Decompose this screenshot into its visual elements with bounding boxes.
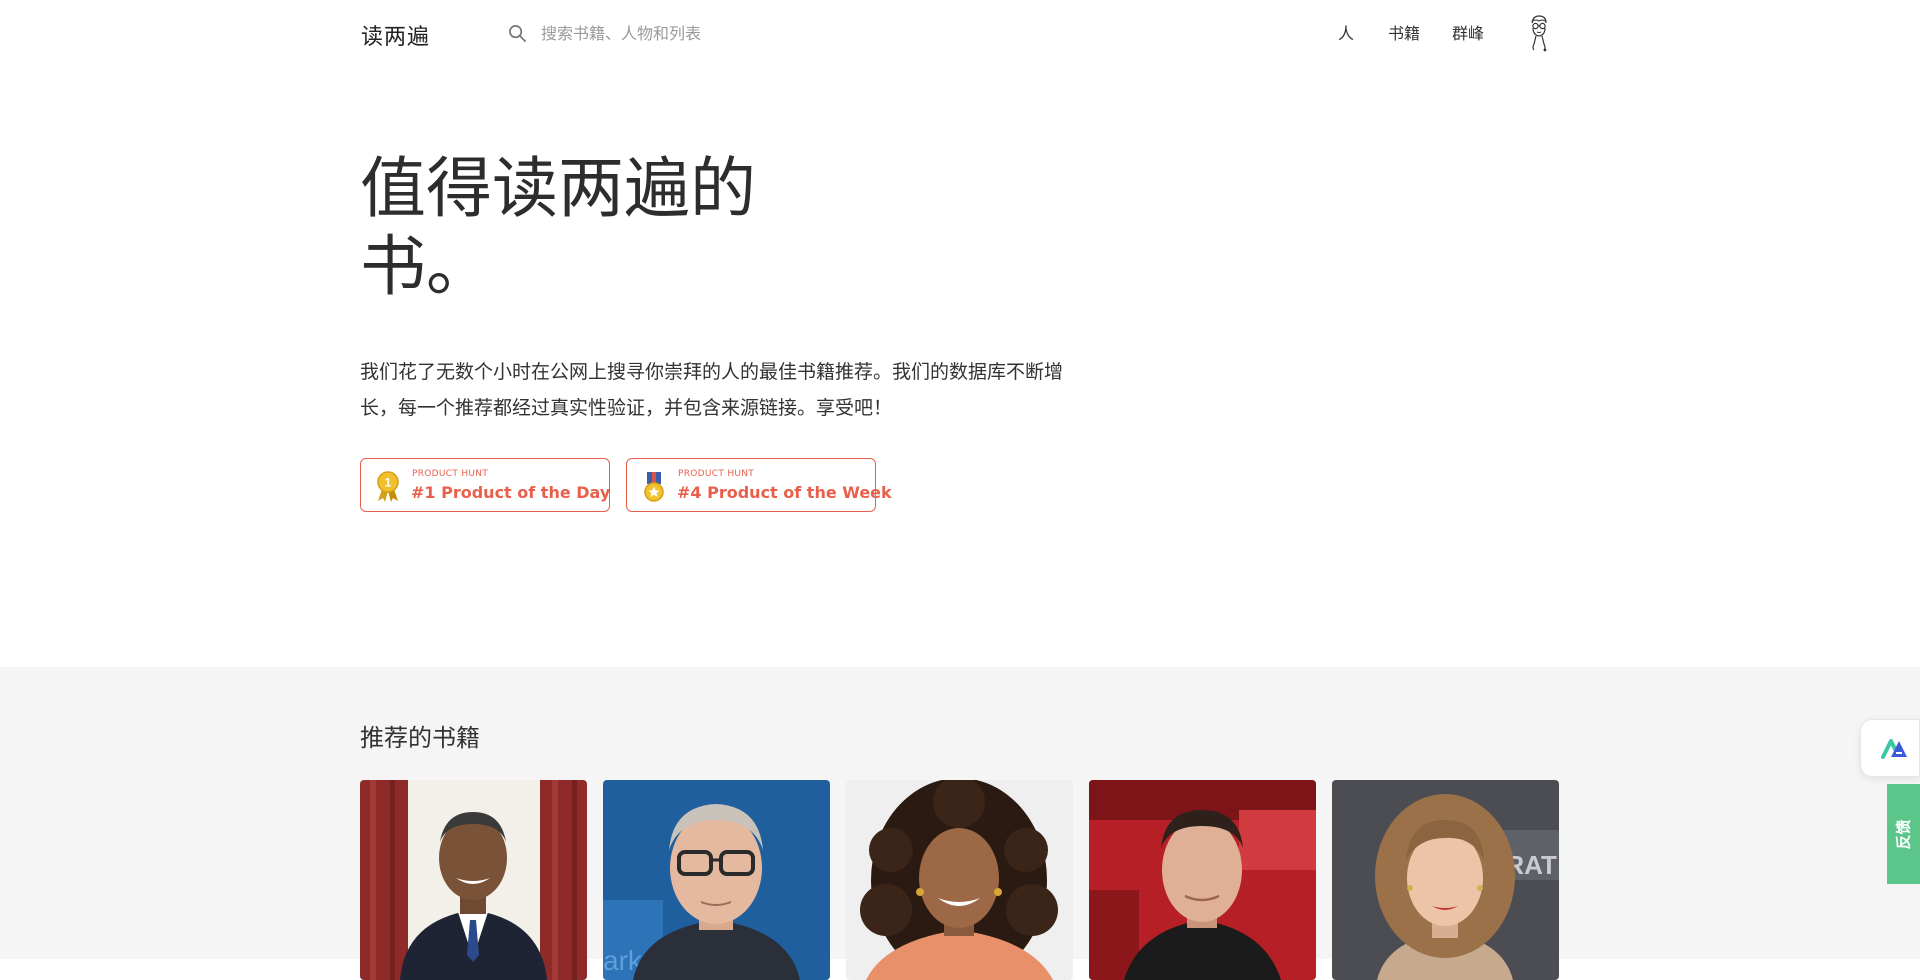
person-portrait bbox=[846, 780, 1073, 980]
badge-source-label: PRODUCT HUNT bbox=[412, 469, 489, 479]
gold-medal-icon: 1 bbox=[377, 471, 399, 502]
hero-description: 我们花了无数个小时在公网上搜寻你崇拜的人的最佳书籍推荐。我们的数据库不断增长，每… bbox=[360, 361, 1064, 419]
badge-source-label: PRODUCT HUNT bbox=[678, 469, 755, 479]
person-portrait: ark bbox=[603, 780, 830, 980]
svg-text:1: 1 bbox=[385, 476, 392, 490]
section-title: 推荐的书籍 bbox=[360, 724, 480, 752]
person-card[interactable] bbox=[1089, 780, 1316, 980]
avatar-icon bbox=[1531, 15, 1547, 52]
person-card[interactable] bbox=[846, 780, 1073, 980]
person-card[interactable]: ERAT bbox=[1332, 780, 1559, 980]
nav-people[interactable]: 人 bbox=[1338, 20, 1354, 44]
feedback-label: 反馈 bbox=[1894, 818, 1913, 850]
feedback-button[interactable]: 反馈 bbox=[1887, 784, 1920, 884]
person-portrait bbox=[360, 780, 587, 980]
nav-peaks[interactable]: 群峰 bbox=[1452, 20, 1484, 44]
search-input[interactable] bbox=[539, 22, 919, 44]
recommended-section: 推荐的书籍 ark ERAT bbox=[0, 667, 1920, 980]
product-hunt-day-badge[interactable]: 1 PRODUCT HUNT #1 Product of the Day bbox=[360, 458, 610, 512]
translate-icon bbox=[1881, 739, 1907, 759]
hero-title: 值得读两遍的书。 bbox=[360, 150, 756, 305]
product-hunt-week-badge[interactable]: PRODUCT HUNT #4 Product of the Week bbox=[626, 458, 892, 512]
nav-books[interactable]: 书籍 bbox=[1388, 20, 1420, 44]
person-card[interactable] bbox=[360, 780, 587, 980]
badge-title: #4 Product of the Week bbox=[677, 483, 892, 502]
translate-widget[interactable] bbox=[1860, 719, 1920, 777]
person-portrait: ERAT bbox=[1332, 780, 1559, 980]
site-logo[interactable]: 读两遍 bbox=[361, 19, 430, 51]
search-bar[interactable] bbox=[508, 18, 928, 48]
user-avatar[interactable] bbox=[1524, 14, 1554, 52]
badge-title: #1 Product of the Day bbox=[411, 483, 611, 502]
person-portrait bbox=[1089, 780, 1316, 980]
medal-icon bbox=[644, 472, 664, 502]
top-header: 读两遍 人 书籍 群峰 bbox=[0, 0, 1920, 66]
search-icon bbox=[509, 24, 526, 42]
person-card[interactable]: ark bbox=[603, 780, 830, 980]
